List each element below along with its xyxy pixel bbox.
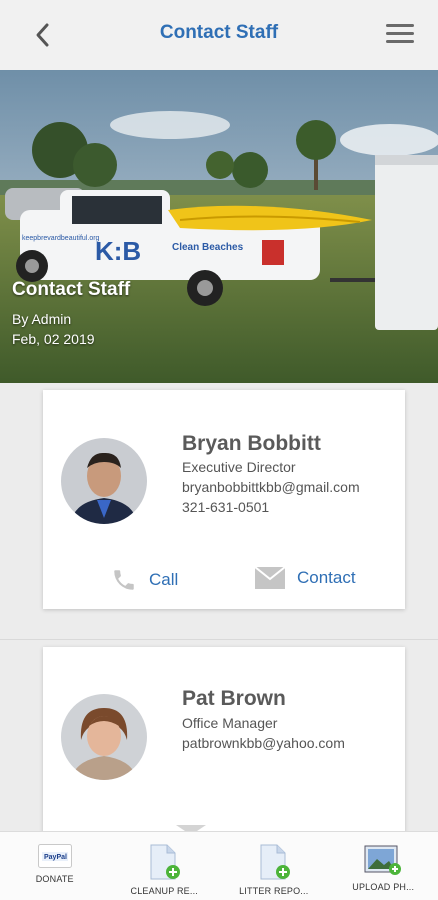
staff-email[interactable]: bryanbobbittkbb@gmail.com [182, 479, 360, 495]
contact-button[interactable]: Contact [255, 567, 356, 589]
svg-text:PayPal: PayPal [44, 854, 67, 861]
tab-upload-photo[interactable]: UPLOAD PH... [329, 832, 438, 900]
truck-url: keepbrevardbeautiful.org [22, 235, 100, 242]
add-document-icon [260, 844, 290, 880]
staff-email[interactable]: patbrownkbb@yahoo.com [182, 735, 345, 751]
tab-label: UPLOAD PH... [352, 882, 415, 892]
tab-label: CLEANUP RE... [130, 886, 198, 896]
bottom-nav: PayPal DONATE CLEANUP RE... LITTER REPO.… [0, 831, 438, 900]
call-label: Call [149, 570, 179, 589]
tab-label: LITTER REPO... [239, 886, 309, 896]
tab-donate[interactable]: PayPal DONATE [0, 832, 110, 900]
hero-banner: K:B Clean Beaches keepbrevardbeautiful.o… [0, 70, 438, 383]
add-document-icon [150, 844, 181, 880]
menu-button[interactable] [386, 24, 414, 46]
hero-date: Feb, 02 2019 [12, 331, 95, 347]
hero-title: Contact Staff [12, 279, 131, 300]
envelope-icon [255, 567, 285, 589]
phone-icon [114, 570, 134, 590]
call-button[interactable]: Call [111, 567, 178, 593]
add-photo-icon [364, 845, 402, 875]
divider [0, 639, 438, 640]
avatar [61, 694, 147, 780]
truck-logo: K:B [95, 236, 141, 266]
hamburger-menu-icon [386, 24, 414, 27]
staff-phone[interactable]: 321-631-0501 [182, 499, 269, 515]
paypal-icon: PayPal [37, 844, 72, 868]
top-app-bar: Contact Staff [0, 0, 438, 70]
staff-role: Executive Director [182, 459, 296, 475]
tab-litter-report[interactable]: LITTER REPO... [219, 832, 329, 900]
tab-label: DONATE [35, 874, 74, 884]
staff-card: Bryan Bobbitt Executive Director bryanbo… [43, 390, 405, 609]
contact-label: Contact [297, 568, 356, 587]
staff-card: Pat Brown Office Manager patbrownkbb@yah… [43, 647, 405, 837]
staff-name: Pat Brown [182, 687, 286, 710]
hero-author: By Admin [12, 311, 72, 327]
truck-text: Clean Beaches [172, 242, 244, 253]
staff-name: Bryan Bobbitt [182, 432, 321, 455]
page-title: Contact Staff [159, 22, 279, 43]
tab-cleanup-report[interactable]: CLEANUP RE... [110, 832, 220, 900]
staff-role: Office Manager [182, 715, 278, 731]
avatar [61, 438, 147, 524]
